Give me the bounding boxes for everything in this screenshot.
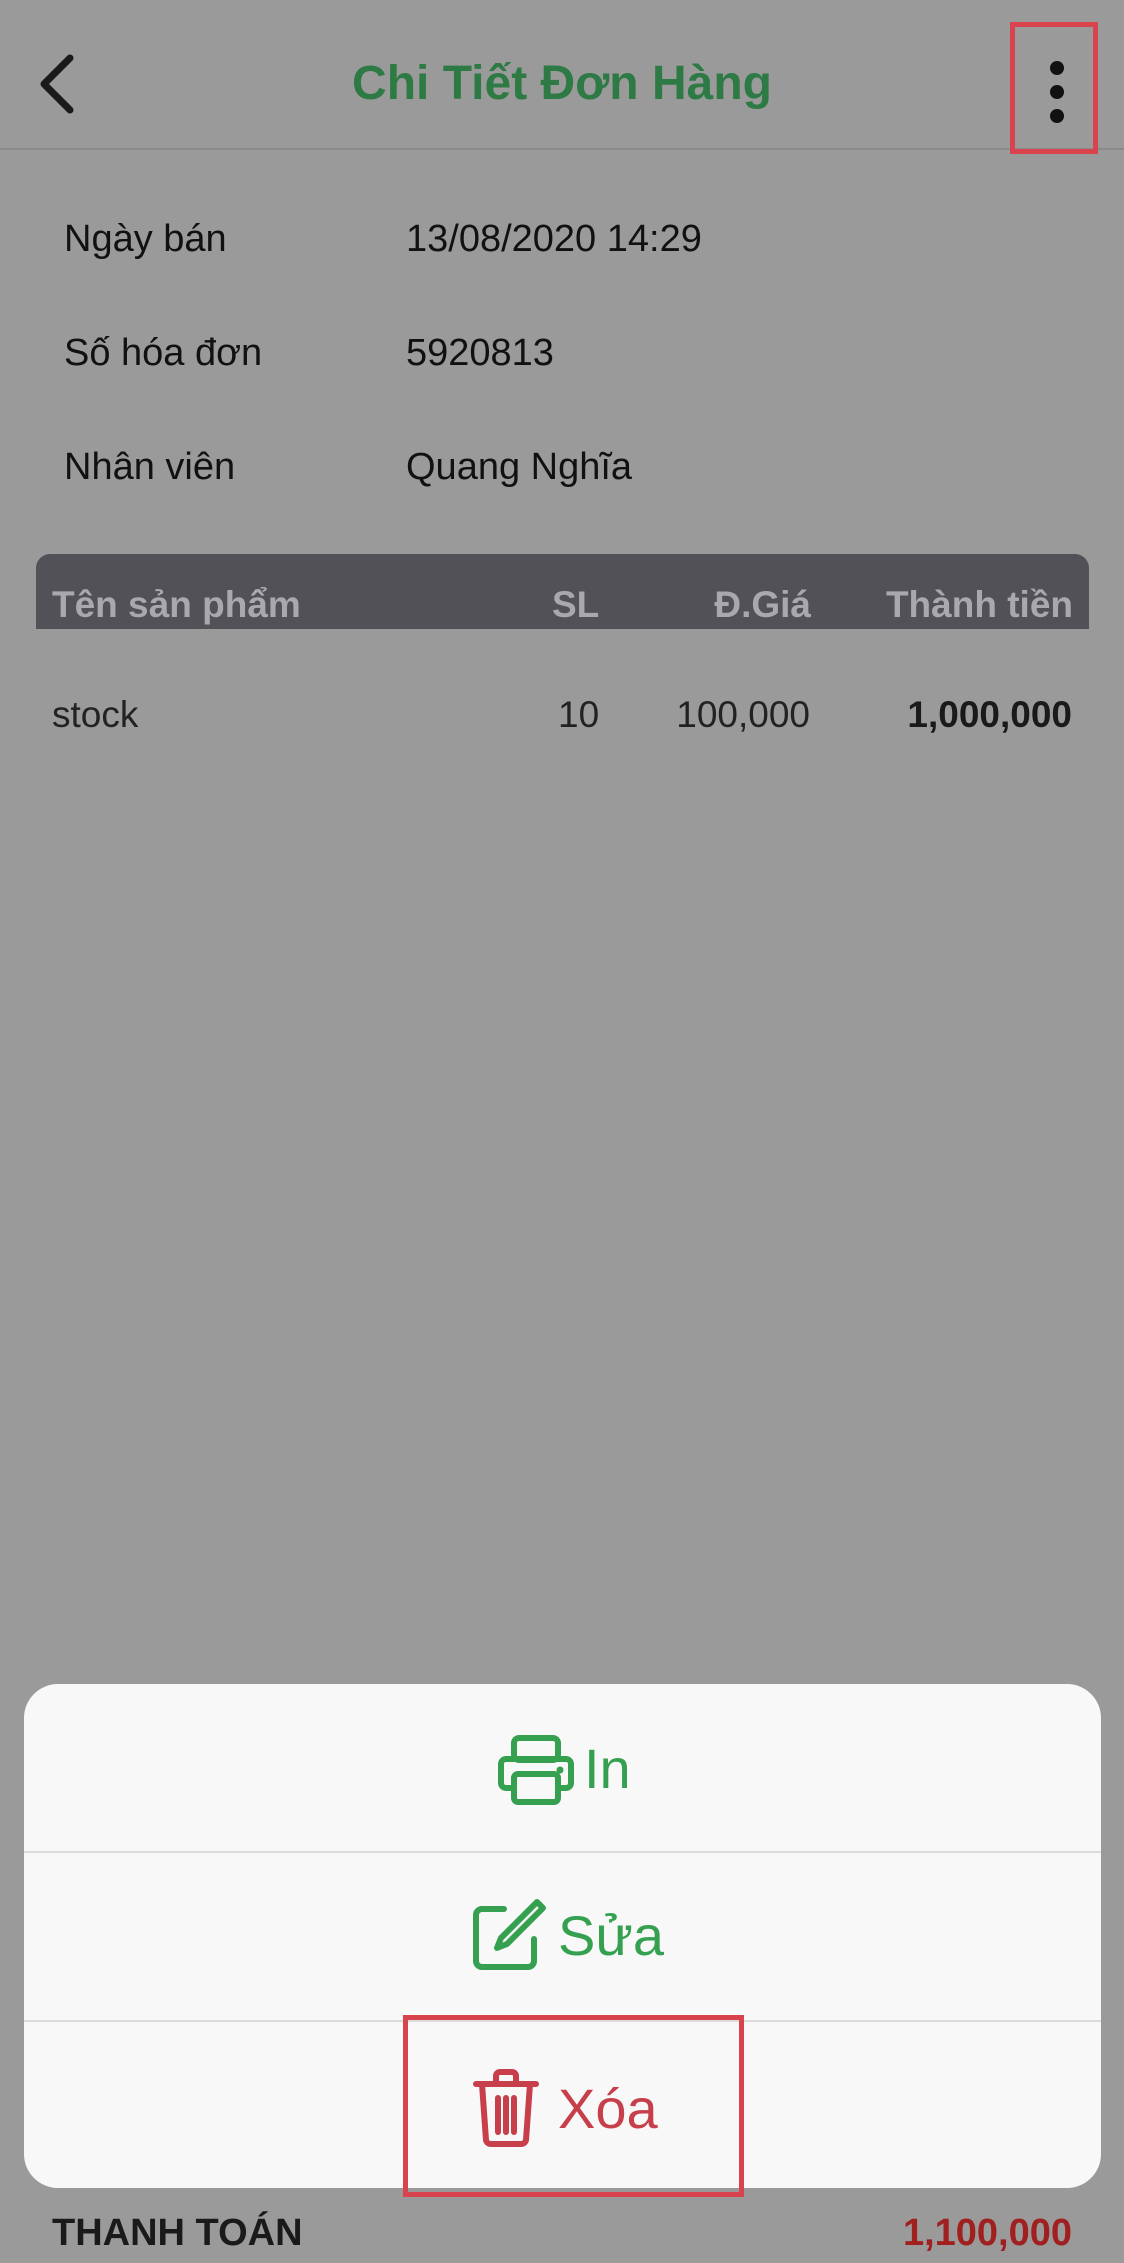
edit-action[interactable]: Sửa (24, 1853, 1101, 2020)
top-bar: Chi Tiết Đơn Hàng (0, 0, 1124, 154)
delete-highlight-box (403, 2015, 744, 2197)
sale-date-label: Ngày bán (64, 218, 227, 260)
row-product-name: stock (52, 694, 139, 735)
row-price: 100,000 (676, 694, 810, 735)
payment-label: THANH TOÁN (52, 2212, 303, 2254)
invoice-number-value: 5920813 (406, 332, 554, 374)
column-header-total: Thành tiền (885, 584, 1073, 625)
row-total: 1,000,000 (907, 694, 1072, 735)
payment-value: 1,100,000 (902, 2212, 1072, 2254)
table-header: Tên sản phẩm SL Đ.Giá Thành tiền (36, 554, 1089, 629)
sale-date-value: 13/08/2020 14:29 (406, 218, 702, 260)
staff-label: Nhân viên (64, 446, 236, 488)
edit-icon (473, 1899, 546, 1970)
column-header-price: Đ.Giá (714, 584, 811, 625)
print-action[interactable]: In (24, 1684, 1101, 1851)
edit-label: Sửa (558, 1904, 664, 1967)
print-label: In (584, 1737, 631, 1800)
column-header-qty: SL (552, 584, 600, 625)
page-title: Chi Tiết Đơn Hàng (352, 57, 772, 110)
printer-icon (498, 1735, 574, 1805)
column-header-product: Tên sản phẩm (52, 584, 301, 625)
row-qty: 10 (558, 694, 600, 735)
staff-value: Quang Nghĩa (406, 446, 633, 488)
more-options-button[interactable] (1010, 22, 1098, 154)
invoice-number-label: Số hóa đơn (64, 332, 263, 374)
